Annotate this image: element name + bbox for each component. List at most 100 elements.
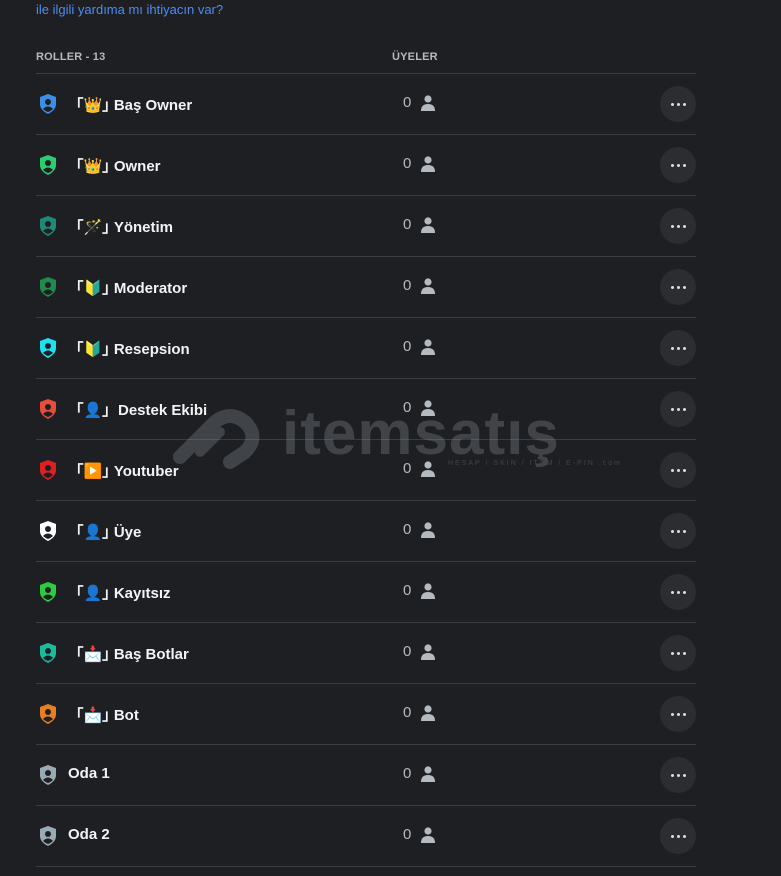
role-name[interactable]: ｢🪄｣ Yönetim bbox=[76, 216, 173, 237]
person-icon bbox=[421, 766, 435, 782]
role-name[interactable]: Oda 1 bbox=[68, 765, 110, 782]
more-options-button[interactable] bbox=[660, 86, 696, 122]
role-row[interactable]: ｢👤｣ Kayıtsız 0 bbox=[36, 562, 696, 623]
role-shield-icon bbox=[40, 765, 56, 785]
more-options-button[interactable] bbox=[660, 208, 696, 244]
role-row[interactable]: ｢📩｣ Bot 0 bbox=[36, 684, 696, 745]
role-row[interactable]: ｢👤｣ Destek Ekibi 0 bbox=[36, 379, 696, 440]
role-name[interactable]: ｢👤｣ Destek Ekibi bbox=[76, 399, 207, 420]
dot bbox=[670, 651, 674, 655]
role-name[interactable]: ｢🔰｣ Moderator bbox=[76, 277, 187, 298]
dot bbox=[682, 163, 686, 167]
member-count: 0 bbox=[403, 704, 412, 721]
role-name[interactable]: ｢🔰｣ Resepsion bbox=[76, 338, 190, 359]
more-options-button[interactable] bbox=[660, 635, 696, 671]
dot bbox=[682, 651, 686, 655]
role-shield-icon bbox=[40, 277, 56, 297]
more-options-button[interactable] bbox=[660, 391, 696, 427]
dot bbox=[682, 773, 686, 777]
role-row[interactable]: ｢🪄｣ Yönetim 0 bbox=[36, 196, 696, 257]
member-count: 0 bbox=[403, 521, 412, 538]
help-link[interactable]: ile ilgili yardıma mı ihtiyacın var? bbox=[36, 2, 223, 17]
person-icon bbox=[421, 95, 435, 111]
role-name[interactable]: ｢👤｣ Üye bbox=[76, 521, 141, 542]
roles-column-header: ROLLER - 13 bbox=[36, 51, 106, 63]
more-options-button[interactable] bbox=[660, 147, 696, 183]
dot bbox=[676, 590, 680, 594]
member-count: 0 bbox=[403, 155, 412, 172]
member-count: 0 bbox=[403, 399, 412, 416]
dot bbox=[670, 773, 674, 777]
dot bbox=[670, 407, 674, 411]
person-icon bbox=[421, 339, 435, 355]
role-row[interactable]: ｢👑｣ Baş Owner 0 bbox=[36, 74, 696, 135]
roles-table-header: ROLLER - 13 ÜYELER bbox=[36, 50, 696, 72]
role-name[interactable]: ｢👤｣ Kayıtsız bbox=[76, 582, 171, 603]
role-row[interactable]: ｢👤｣ Üye 0 bbox=[36, 501, 696, 562]
dot bbox=[682, 590, 686, 594]
role-shield-icon bbox=[40, 155, 56, 175]
person-icon bbox=[421, 705, 435, 721]
dot bbox=[676, 346, 680, 350]
role-shield-icon bbox=[40, 582, 56, 602]
dot bbox=[682, 834, 686, 838]
role-name[interactable]: ｢👑｣ Owner bbox=[76, 155, 161, 176]
dot bbox=[676, 773, 680, 777]
more-options-button[interactable] bbox=[660, 757, 696, 793]
role-shield-icon bbox=[40, 338, 56, 358]
role-shield-icon bbox=[40, 216, 56, 236]
roles-list: ｢👑｣ Baş Owner 0 ｢👑｣ Owner 0 ｢🪄｣ Yönetim … bbox=[36, 74, 696, 867]
dot bbox=[682, 529, 686, 533]
dot bbox=[682, 407, 686, 411]
role-row[interactable]: ｢🔰｣ Resepsion 0 bbox=[36, 318, 696, 379]
role-row[interactable]: ｢🔰｣ Moderator 0 bbox=[36, 257, 696, 318]
dot bbox=[676, 468, 680, 472]
dot bbox=[670, 224, 674, 228]
more-options-button[interactable] bbox=[660, 330, 696, 366]
more-options-button[interactable] bbox=[660, 818, 696, 854]
role-row[interactable]: ｢👑｣ Owner 0 bbox=[36, 135, 696, 196]
person-icon bbox=[421, 156, 435, 172]
role-shield-icon bbox=[40, 704, 56, 724]
member-count: 0 bbox=[403, 460, 412, 477]
member-count: 0 bbox=[403, 765, 412, 782]
roles-page: ile ilgili yardıma mı ihtiyacın var? ROL… bbox=[0, 0, 781, 876]
member-count: 0 bbox=[403, 216, 412, 233]
dot bbox=[682, 224, 686, 228]
dot bbox=[676, 102, 680, 106]
dot bbox=[676, 651, 680, 655]
role-name[interactable]: ｢📩｣ Bot bbox=[76, 704, 139, 725]
person-icon bbox=[421, 644, 435, 660]
role-name[interactable]: ｢👑｣ Baş Owner bbox=[76, 94, 192, 115]
dot bbox=[670, 102, 674, 106]
role-row[interactable]: ｢▶️｣ Youtuber 0 bbox=[36, 440, 696, 501]
role-name[interactable]: ｢📩｣ Baş Botlar bbox=[76, 643, 189, 664]
member-count: 0 bbox=[403, 338, 412, 355]
dot bbox=[676, 224, 680, 228]
role-shield-icon bbox=[40, 399, 56, 419]
more-options-button[interactable] bbox=[660, 513, 696, 549]
role-row[interactable]: ｢📩｣ Baş Botlar 0 bbox=[36, 623, 696, 684]
members-column-header: ÜYELER bbox=[392, 51, 438, 63]
person-icon bbox=[421, 827, 435, 843]
more-options-button[interactable] bbox=[660, 269, 696, 305]
dot bbox=[670, 346, 674, 350]
role-name[interactable]: Oda 2 bbox=[68, 826, 110, 843]
dot bbox=[682, 346, 686, 350]
more-options-button[interactable] bbox=[660, 696, 696, 732]
dot bbox=[676, 834, 680, 838]
member-count: 0 bbox=[403, 826, 412, 843]
person-icon bbox=[421, 583, 435, 599]
dot bbox=[676, 285, 680, 289]
role-row[interactable]: Oda 2 0 bbox=[36, 806, 696, 867]
more-options-button[interactable] bbox=[660, 574, 696, 610]
person-icon bbox=[421, 278, 435, 294]
role-name[interactable]: ｢▶️｣ Youtuber bbox=[76, 460, 179, 481]
person-icon bbox=[421, 217, 435, 233]
dot bbox=[670, 163, 674, 167]
dot bbox=[670, 712, 674, 716]
more-options-button[interactable] bbox=[660, 452, 696, 488]
role-row[interactable]: Oda 1 0 bbox=[36, 745, 696, 806]
member-count: 0 bbox=[403, 94, 412, 111]
dot bbox=[670, 285, 674, 289]
